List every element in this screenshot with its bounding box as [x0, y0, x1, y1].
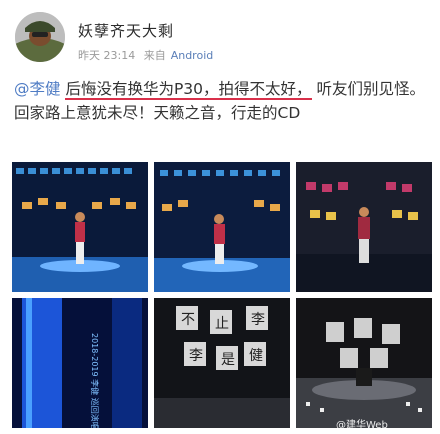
source-app[interactable]: Android [171, 49, 214, 62]
svg-text:不: 不 [181, 312, 195, 328]
photo-3[interactable] [296, 162, 432, 292]
concert-banner-text: 2018-2019 李健 巡回演唱会 [90, 333, 100, 428]
avatar[interactable] [15, 12, 65, 62]
highlighted-text: 后悔没有换华为P30，拍得不太好， [65, 80, 312, 100]
photo-4[interactable]: 2018-2019 李健 巡回演唱会 [12, 298, 148, 428]
svg-text:健: 健 [249, 348, 263, 364]
source-prefix: 来自 [143, 49, 166, 62]
post-time: 昨天 23:14 [78, 49, 136, 62]
mention-link[interactable]: @李健 [14, 80, 61, 98]
author-name[interactable]: 妖孽齐天大剩 [78, 20, 174, 41]
avatar-image [15, 12, 65, 62]
photo-1[interactable] [12, 162, 148, 292]
svg-text:李: 李 [251, 312, 265, 328]
weibo-post: 妖孽齐天大剩 昨天 23:14 来自 Android @李健 后悔没有换华为P30… [0, 0, 440, 434]
photo-5[interactable]: 不止李 李是健 [154, 298, 290, 428]
watermark: @建华Web [336, 420, 388, 431]
post-text: @李健 后悔没有换华为P30，拍得不太好， 听友们别见怪。回家路上意犹未尽！天籁… [14, 77, 430, 125]
svg-text:止: 止 [215, 316, 229, 332]
post-meta: 昨天 23:14 来自 Android [78, 47, 218, 63]
svg-text:李: 李 [189, 348, 203, 364]
photo-2[interactable] [154, 162, 290, 292]
photo-grid: 2018-2019 李健 巡回演唱会 不止李 李是健 [12, 162, 432, 434]
photo-6[interactable] [296, 298, 432, 428]
svg-text:是: 是 [221, 352, 235, 368]
